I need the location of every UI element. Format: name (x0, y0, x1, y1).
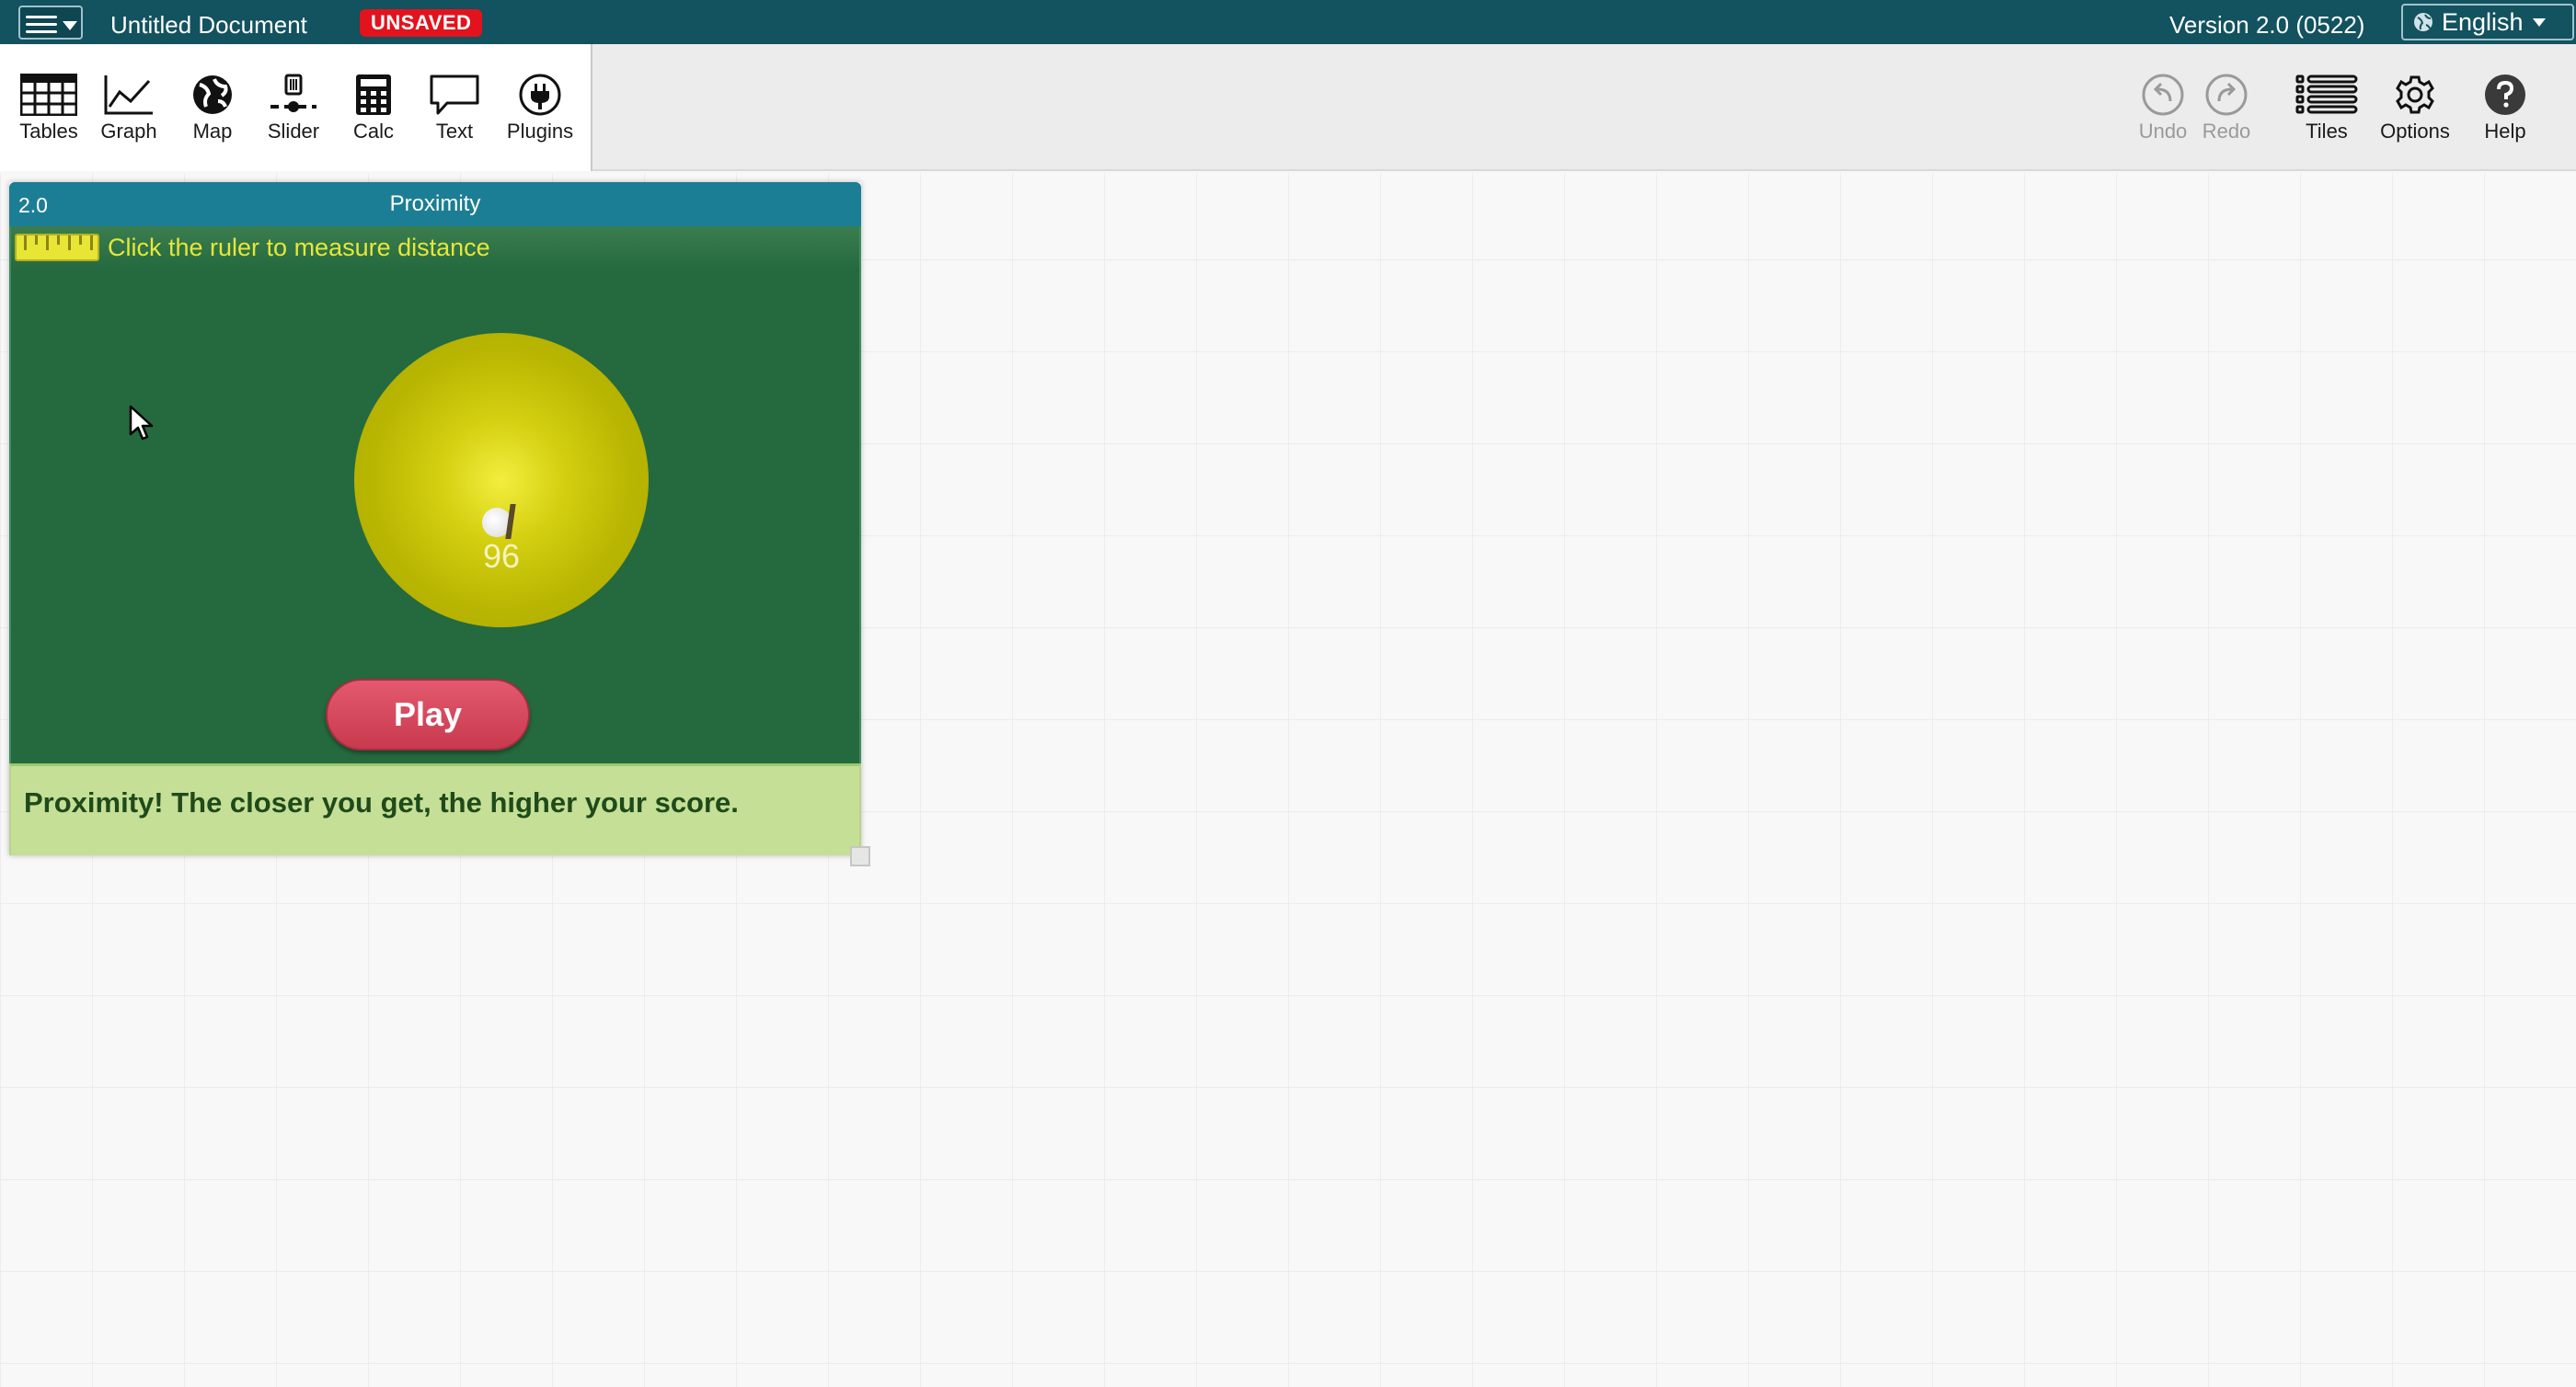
target-circle (354, 333, 649, 627)
speech-bubble-icon (430, 75, 479, 115)
version-label: Version 2.0 (0522) (2169, 11, 2365, 39)
calc-label: Calc (352, 120, 394, 143)
map-label: Map (192, 120, 233, 143)
tiles-label: Tiles (2306, 120, 2348, 143)
slider-icon (270, 74, 316, 112)
resize-handle[interactable] (850, 846, 870, 866)
document-title[interactable]: Untitled Document (110, 11, 307, 40)
plugins-tool[interactable]: Plugins (499, 74, 581, 166)
mouse-cursor-icon (129, 405, 154, 441)
table-icon (20, 74, 77, 116)
list-icon (2295, 75, 2358, 114)
redo-button[interactable]: Redo (2185, 74, 2268, 166)
graph-label: Graph (100, 120, 157, 143)
unsaved-badge: UNSAVED (360, 9, 483, 37)
tables-tool[interactable]: Tables (7, 74, 90, 166)
tool-shelf: Tables Graph Map Slider Calc Text Plugin… (0, 44, 2576, 171)
message-panel: Proximity! The closer you get, the highe… (9, 763, 861, 855)
ruler-hint-text: Click the ruler to measure distance (108, 234, 490, 261)
options-button[interactable]: Options (2374, 74, 2456, 166)
score-text: 96 (482, 537, 521, 575)
slider-tool[interactable]: Slider (252, 74, 335, 166)
globe-icon (2414, 13, 2432, 31)
tile-title: Proximity (389, 191, 481, 216)
ruler-icon[interactable] (15, 234, 99, 261)
plug-icon (519, 74, 561, 116)
hamburger-menu-button[interactable] (18, 6, 83, 40)
tool-group-left: Tables Graph Map Slider Calc Text Plugin… (0, 44, 592, 171)
graph-icon (104, 75, 153, 115)
calc-tool[interactable]: Calc (332, 74, 415, 166)
message-text: Proximity! The closer you get, the highe… (24, 786, 739, 819)
plugins-label: Plugins (506, 120, 574, 143)
chevron-down-icon (2532, 18, 2546, 27)
redo-label: Redo (2202, 120, 2251, 143)
calculator-icon (356, 75, 391, 115)
language-label: English (2442, 8, 2524, 36)
help-icon (2485, 75, 2525, 115)
language-menu[interactable]: English (2401, 4, 2574, 40)
globe-icon (193, 75, 232, 114)
chevron-down-icon (63, 21, 77, 30)
tile-titlebar[interactable]: 2.0 Proximity (9, 182, 861, 226)
graph-tool[interactable]: Graph (87, 74, 170, 166)
play-button[interactable]: Play (326, 679, 530, 751)
menu-bar: Untitled Document UNSAVED Version 2.0 (0… (0, 0, 2576, 44)
redo-icon (2205, 74, 2248, 116)
slider-label: Slider (267, 120, 320, 143)
options-label: Options (2380, 120, 2450, 143)
map-tool[interactable]: Map (171, 74, 254, 166)
undo-icon (2142, 74, 2184, 116)
gear-icon (2396, 75, 2434, 114)
tables-label: Tables (19, 120, 78, 143)
help-button[interactable]: Help (2464, 74, 2547, 166)
text-label: Text (435, 120, 474, 143)
hamburger-icon (26, 16, 57, 38)
help-label: Help (2484, 120, 2526, 143)
tiles-button[interactable]: Tiles (2285, 74, 2368, 166)
text-tool[interactable]: Text (413, 74, 496, 166)
